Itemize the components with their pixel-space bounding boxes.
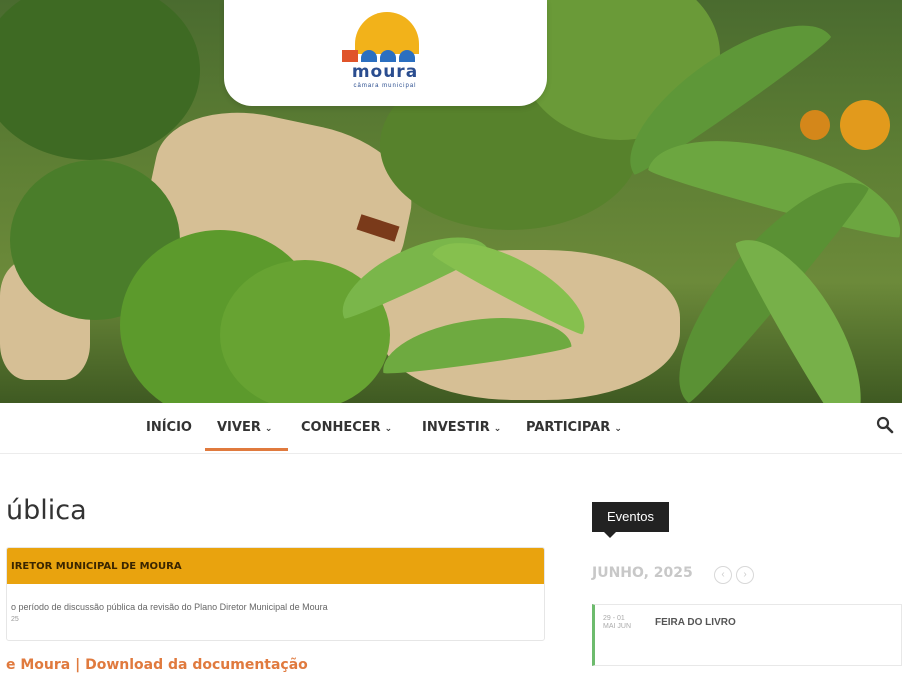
chevron-down-icon: ⌄ [264, 424, 273, 434]
logo-subtitle: câmara municipal [353, 83, 417, 89]
logo-wave-shape [380, 50, 396, 62]
event-start-day: 29 [603, 615, 611, 622]
nav-item-participar[interactable]: PARTICIPAR ⌄ [526, 420, 622, 435]
nav-item-inicio[interactable]: INÍCIO [146, 420, 192, 435]
nav-label: VIVER [217, 420, 261, 435]
notice-date: 25 [11, 616, 19, 623]
chevron-down-icon: ⌄ [614, 424, 622, 434]
event-end-month: JUN [617, 623, 632, 630]
chevron-down-icon: ⌄ [493, 424, 502, 434]
calendar-month: JUNHO, 2025 [592, 565, 693, 581]
nav-label: PARTICIPAR [526, 420, 611, 435]
logo-wave-shape [399, 50, 415, 62]
events-heading: Eventos [592, 502, 669, 538]
notice-title: IRETOR MUNICIPAL DE MOURA [11, 561, 182, 572]
event-start-month: MAI [603, 623, 616, 630]
chevron-down-icon: ⌄ [384, 424, 393, 434]
nav-item-conhecer[interactable]: CONHECER ⌄ [301, 420, 392, 435]
event-item[interactable]: 29 - 01 MAI JUN FEIRA DO LIVRO [592, 604, 902, 666]
nav-label: CONHECER [301, 420, 381, 435]
dates-cluster [800, 110, 830, 140]
active-nav-indicator [205, 448, 288, 451]
nav-label: INVESTIR [422, 420, 490, 435]
logo-name: moura [351, 62, 419, 82]
event-date-range: 29 - 01 MAI JUN [603, 615, 632, 630]
download-documentation-link[interactable]: e Moura | Download da documentação [6, 657, 308, 673]
next-month-button[interactable]: › [736, 566, 754, 584]
search-icon[interactable] [876, 416, 894, 434]
event-end-day: 01 [617, 615, 625, 622]
dates-cluster [840, 100, 890, 150]
logo-castle-shape [342, 50, 358, 62]
logo-wave-shape [361, 50, 377, 62]
nav-item-viver[interactable]: VIVER ⌄ [217, 420, 272, 435]
page-title: ública [6, 495, 87, 526]
nav-label: INÍCIO [146, 420, 192, 435]
event-title: FEIRA DO LIVRO [655, 617, 736, 628]
prev-month-button[interactable]: ‹ [714, 566, 732, 584]
notice-text: o período de discussão pública da revisã… [11, 602, 328, 612]
nav-item-investir[interactable]: INVESTIR ⌄ [422, 420, 501, 435]
notice-card[interactable]: IRETOR MUNICIPAL DE MOURA o período de d… [6, 547, 545, 641]
main-navigation: INÍCIO VIVER ⌄ CONHECER ⌄ INVESTIR ⌄ PARTIC… [0, 403, 902, 454]
